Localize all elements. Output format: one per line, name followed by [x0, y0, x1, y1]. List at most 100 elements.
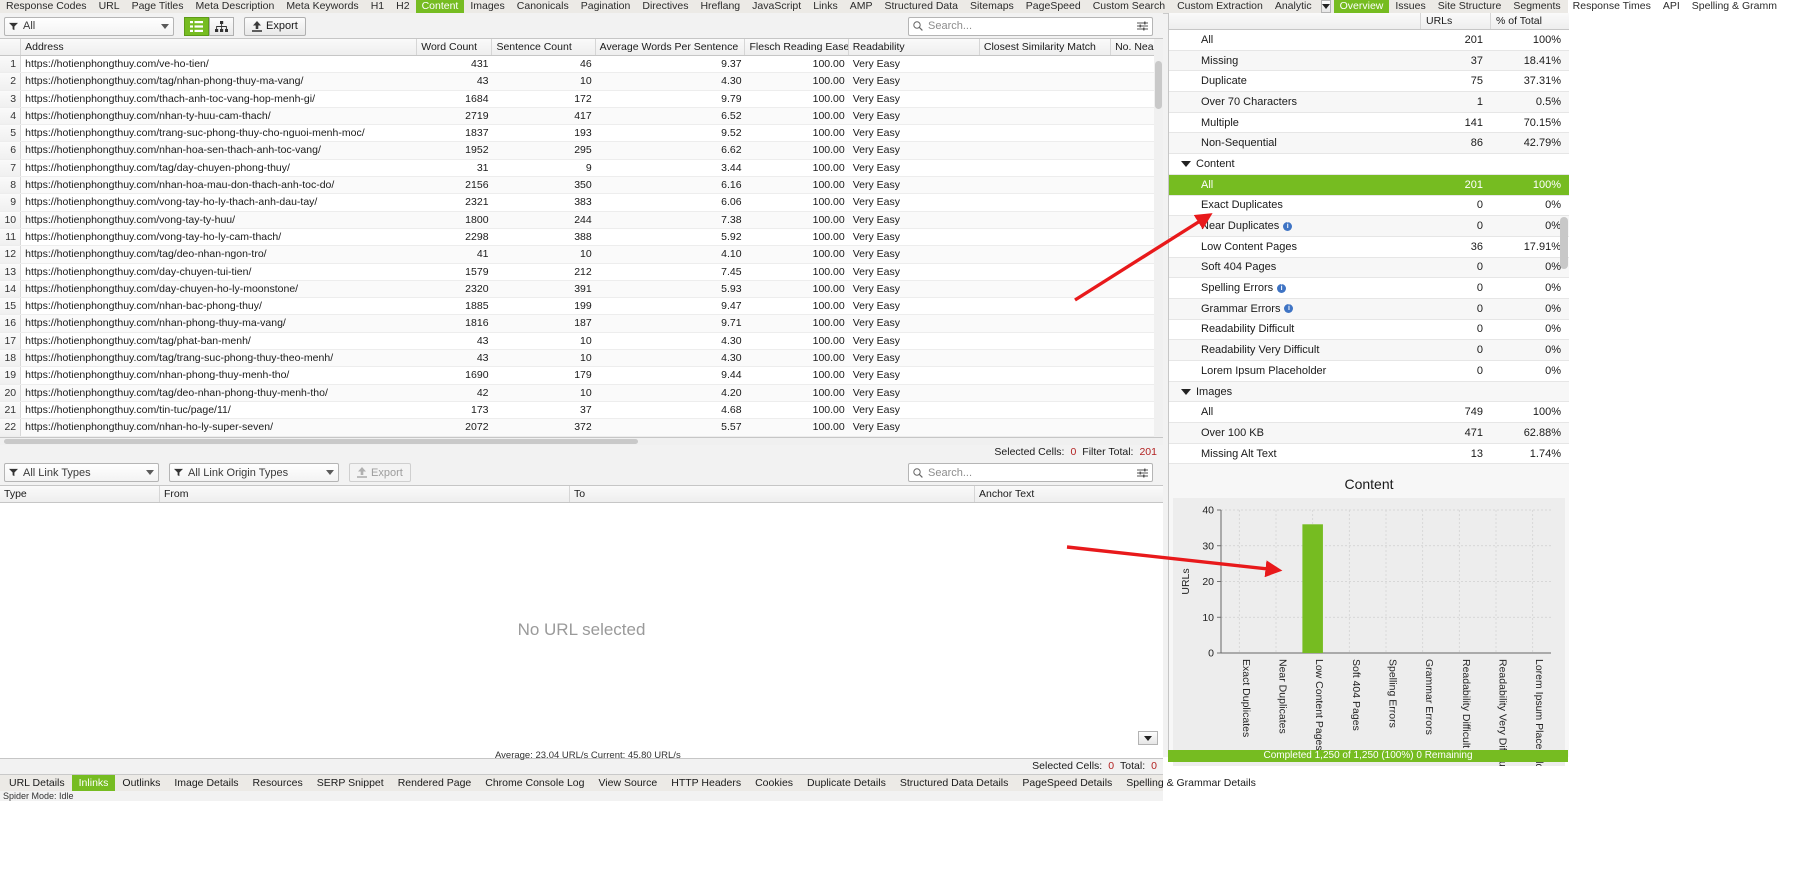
- table-row[interactable]: 16 https://hotienphongthuy.com/nhan-phong…: [0, 315, 1163, 333]
- overview-row[interactable]: Grammar Errors i 0 0%: [1169, 298, 1569, 320]
- column-header-address[interactable]: Address: [21, 39, 418, 55]
- column-header-pct[interactable]: % of Total: [1491, 13, 1569, 29]
- info-icon[interactable]: i: [1283, 221, 1293, 231]
- bottom-tab-pagespeed-details[interactable]: PageSpeed Details: [1015, 775, 1119, 791]
- tab-segments[interactable]: Segments: [1507, 0, 1566, 13]
- table-row[interactable]: 4 https://hotienphongthuy.com/nhan-ty-huu…: [0, 107, 1163, 126]
- bottom-tab-cookies[interactable]: Cookies: [748, 775, 800, 791]
- table-row[interactable]: 21 https://hotienphongthuy.com/tin-tuc/pa…: [0, 401, 1163, 420]
- overview-row[interactable]: Multiple 141 70.15%: [1169, 112, 1569, 134]
- table-row[interactable]: 8 https://hotienphongthuy.com/nhan-hoa-ma…: [0, 177, 1163, 195]
- tab-canonicals[interactable]: Canonicals: [511, 0, 575, 13]
- bottom-tab-http-headers[interactable]: HTTP Headers: [664, 775, 748, 791]
- column-header-anchor-text[interactable]: Anchor Text: [975, 486, 1163, 502]
- tab-amp[interactable]: AMP: [844, 0, 879, 13]
- overview-row[interactable]: All 201 100%: [1169, 30, 1569, 51]
- column-header-urls[interactable]: URLs: [1421, 13, 1491, 29]
- table-row[interactable]: 1 https://hotienphongthuy.com/ve-ho-tien/…: [0, 56, 1163, 74]
- export-button[interactable]: Export: [244, 16, 306, 36]
- search-input[interactable]: Search...: [908, 16, 1153, 36]
- tab-custom-extraction[interactable]: Custom Extraction: [1171, 0, 1269, 13]
- table-row[interactable]: 15 https://hotienphongthuy.com/nhan-bac-p…: [0, 298, 1163, 316]
- overview-row[interactable]: Spelling Errors i 0 0%: [1169, 278, 1569, 299]
- tab-api[interactable]: API: [1657, 0, 1686, 13]
- bottom-tab-serp-snippet[interactable]: SERP Snippet: [310, 775, 391, 791]
- column-header-type[interactable]: Type: [0, 485, 160, 502]
- column-header-avg-words[interactable]: Average Words Per Sentence: [596, 39, 746, 55]
- bottom-tab-inlinks[interactable]: Inlinks: [71, 774, 116, 791]
- tab-pagination[interactable]: Pagination: [575, 0, 637, 13]
- overview-group-images[interactable]: Images: [1169, 381, 1569, 403]
- bottom-tab-chrome-console-log[interactable]: Chrome Console Log: [478, 775, 591, 791]
- tab-response-times[interactable]: Response Times: [1567, 0, 1657, 13]
- bottom-tab-outlinks[interactable]: Outlinks: [115, 775, 167, 791]
- overview-row[interactable]: Near Duplicates i 0 0%: [1169, 216, 1569, 237]
- scrollbar-thumb[interactable]: [1155, 61, 1162, 109]
- tab-links[interactable]: Links: [807, 0, 844, 13]
- link-types-dropdown[interactable]: All Link Types: [4, 463, 159, 483]
- tab-response-codes[interactable]: Response Codes: [0, 0, 93, 13]
- column-header-to[interactable]: To: [570, 485, 975, 502]
- overview-row[interactable]: Non-Sequential 86 42.79%: [1169, 133, 1569, 155]
- table-row[interactable]: 13 https://hotienphongthuy.com/day-chuyen…: [0, 263, 1163, 281]
- chart-bar[interactable]: [1302, 524, 1323, 654]
- overview-group-content[interactable]: Content: [1169, 154, 1569, 175]
- tab-content[interactable]: Content: [415, 0, 465, 13]
- bottom-tab-structured-data-details[interactable]: Structured Data Details: [893, 775, 1016, 791]
- bottom-tab-resources[interactable]: Resources: [246, 775, 310, 791]
- table-row[interactable]: 18 https://hotienphongthuy.com/tag/trang-…: [0, 350, 1163, 368]
- column-header-sentence-count[interactable]: Sentence Count: [492, 39, 596, 55]
- tab-page-titles[interactable]: Page Titles: [126, 0, 190, 13]
- table-row[interactable]: 19 https://hotienphongthuy.com/nhan-phong…: [0, 367, 1163, 385]
- list-view-button[interactable]: [184, 16, 209, 36]
- bottom-tab-view-source[interactable]: View Source: [591, 775, 664, 791]
- link-origin-dropdown[interactable]: All Link Origin Types: [169, 463, 339, 483]
- overview-row[interactable]: Low Content Pages 36 17.91%: [1169, 236, 1569, 258]
- bottom-tab-url-details[interactable]: URL Details: [2, 775, 72, 791]
- column-header-flesch[interactable]: Flesch Reading Ease ...: [745, 39, 849, 55]
- tab-analytic[interactable]: Analytic: [1269, 0, 1318, 13]
- table-row[interactable]: 2 https://hotienphongthuy.com/tag/nhan-ph…: [0, 73, 1163, 91]
- scrollbar-thumb[interactable]: [1560, 217, 1568, 269]
- bottom-tab-duplicate-details[interactable]: Duplicate Details: [800, 775, 893, 791]
- overview-row[interactable]: Exact Duplicates 0 0%: [1169, 195, 1569, 217]
- tab-hreflang[interactable]: Hreflang: [694, 0, 746, 13]
- overview-row[interactable]: Missing Alt Text 13 1.74%: [1169, 443, 1569, 465]
- tab-overview[interactable]: Overview: [1333, 0, 1390, 13]
- bottom-tab-spelling-grammar-details[interactable]: Spelling & Grammar Details: [1119, 775, 1263, 791]
- column-header-from[interactable]: From: [160, 485, 570, 502]
- overview-row[interactable]: Missing 37 18.41%: [1169, 50, 1569, 72]
- tree-view-button[interactable]: [209, 16, 234, 36]
- table-row[interactable]: 9 https://hotienphongthuy.com/vong-tay-ho…: [0, 194, 1163, 212]
- overview-row[interactable]: Duplicate 75 37.31%: [1169, 71, 1569, 93]
- bottom-tabs-overflow-button[interactable]: [1138, 731, 1158, 745]
- table-row[interactable]: 12 https://hotienphongthuy.com/tag/deo-nh…: [0, 246, 1163, 264]
- column-header-similarity[interactable]: Closest Similarity Match: [980, 39, 1112, 55]
- filter-dropdown[interactable]: All: [4, 16, 174, 36]
- tab-h2[interactable]: H2: [390, 0, 415, 13]
- search-options-icon[interactable]: [1137, 21, 1148, 31]
- table-row[interactable]: 7 https://hotienphongthuy.com/tag/day-chu…: [0, 159, 1163, 178]
- tab-directives[interactable]: Directives: [636, 0, 694, 13]
- triangle-down-icon[interactable]: [1181, 388, 1191, 395]
- tab-pagespeed[interactable]: PageSpeed: [1020, 0, 1087, 13]
- tab-meta-description[interactable]: Meta Description: [190, 0, 281, 13]
- table-vertical-scrollbar[interactable]: [1154, 39, 1163, 437]
- column-header-readability[interactable]: Readability: [849, 39, 980, 55]
- bottom-tab-rendered-page[interactable]: Rendered Page: [391, 775, 479, 791]
- table-row[interactable]: 10 https://hotienphongthuy.com/vong-tay-t…: [0, 211, 1163, 229]
- table-row[interactable]: 17 https://hotienphongthuy.com/tag/phat-b…: [0, 332, 1163, 351]
- tab-url[interactable]: URL: [93, 0, 126, 13]
- table-row[interactable]: 20 https://hotienphongthuy.com/tag/deo-nh…: [0, 384, 1163, 402]
- search-options-icon[interactable]: [1137, 468, 1148, 478]
- tab-meta-keywords[interactable]: Meta Keywords: [280, 0, 364, 13]
- info-icon[interactable]: i: [1277, 283, 1287, 293]
- table-row[interactable]: 3 https://hotienphongthuy.com/thach-anh-t…: [0, 90, 1163, 108]
- overview-row[interactable]: Over 70 Characters 1 0.5%: [1169, 92, 1569, 113]
- triangle-down-icon[interactable]: [1181, 160, 1191, 167]
- table-row[interactable]: 22 https://hotienphongthuy.com/nhan-ho-ly…: [0, 419, 1163, 437]
- table-horizontal-scrollbar[interactable]: [0, 437, 1163, 445]
- links-search-input[interactable]: Search...: [908, 463, 1153, 483]
- table-row[interactable]: 6 https://hotienphongthuy.com/nhan-hoa-se…: [0, 142, 1163, 160]
- table-row[interactable]: 14 https://hotienphongthuy.com/day-chuyen…: [0, 280, 1163, 299]
